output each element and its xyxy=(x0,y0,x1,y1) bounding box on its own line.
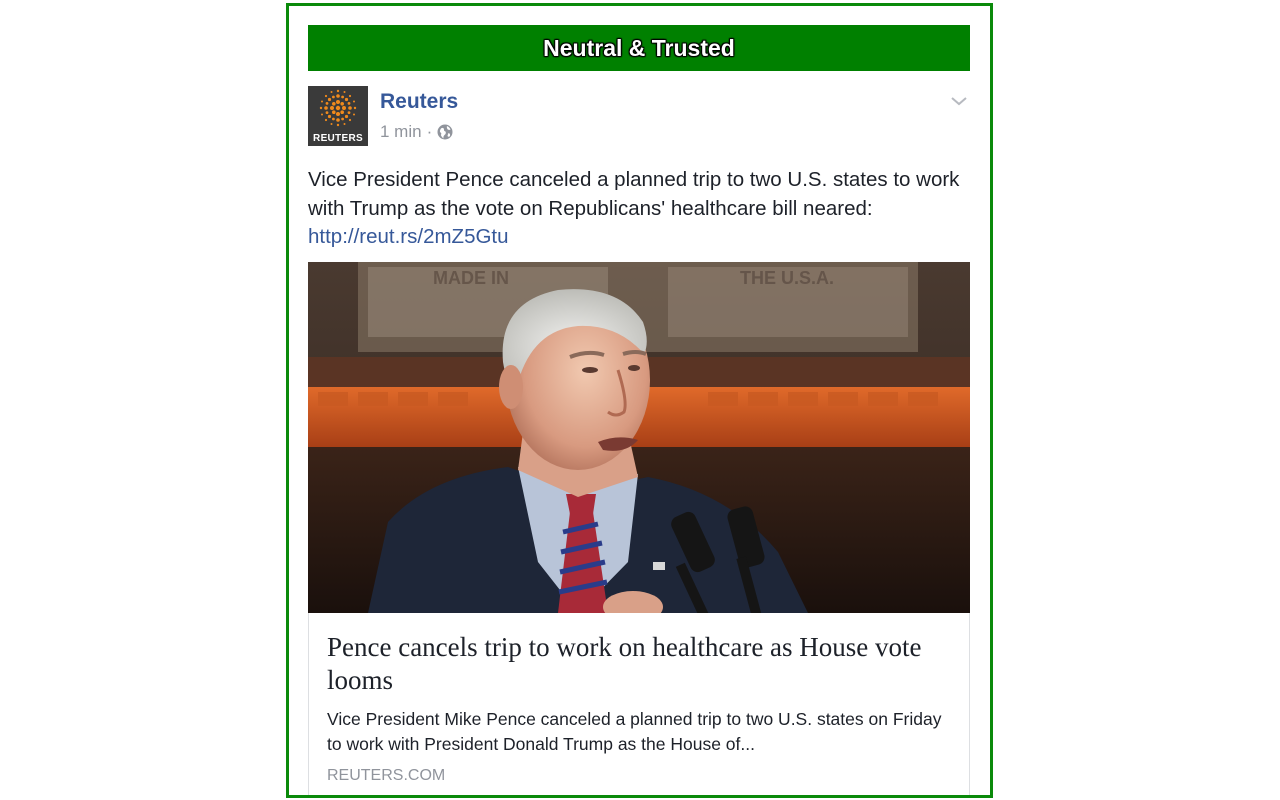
reuters-logo-icon xyxy=(319,89,357,127)
signage-made-in: MADE IN xyxy=(433,268,509,288)
link-preview-description: Vice President Mike Pence canceled a pla… xyxy=(327,709,942,754)
post-meta: 1 min · xyxy=(380,122,453,142)
link-preview-card[interactable]: Pence cancels trip to work on healthcare… xyxy=(308,613,970,795)
article-photo[interactable]: MADE IN THE U.S.A. xyxy=(308,262,970,613)
post-frame: Neutral & Trusted REUTERS Reuters 1 min … xyxy=(286,3,993,798)
meta-separator: · xyxy=(426,122,433,141)
chevron-down-icon[interactable] xyxy=(948,90,970,112)
globe-icon xyxy=(437,124,453,140)
post-header: REUTERS Reuters 1 min · xyxy=(308,86,970,148)
reuters-avatar[interactable]: REUTERS xyxy=(308,86,368,146)
trust-banner: Neutral & Trusted xyxy=(308,25,970,71)
trust-banner-label: Neutral & Trusted xyxy=(543,34,735,61)
signage-usa: THE U.S.A. xyxy=(740,268,834,288)
post-message-text: Vice President Pence canceled a planned … xyxy=(308,168,960,220)
pence-speaking-photo: MADE IN THE U.S.A. xyxy=(308,262,970,613)
link-preview-domain: REUTERS.COM xyxy=(327,767,446,784)
post-short-link[interactable]: http://reut.rs/2mZ5Gtu xyxy=(308,225,509,248)
link-preview-title[interactable]: Pence cancels trip to work on healthcare… xyxy=(327,631,957,697)
avatar-label: REUTERS xyxy=(313,133,363,144)
page-name-link[interactable]: Reuters xyxy=(380,90,458,114)
timestamp[interactable]: 1 min xyxy=(380,122,422,142)
post-message: Vice President Pence canceled a planned … xyxy=(308,166,970,252)
